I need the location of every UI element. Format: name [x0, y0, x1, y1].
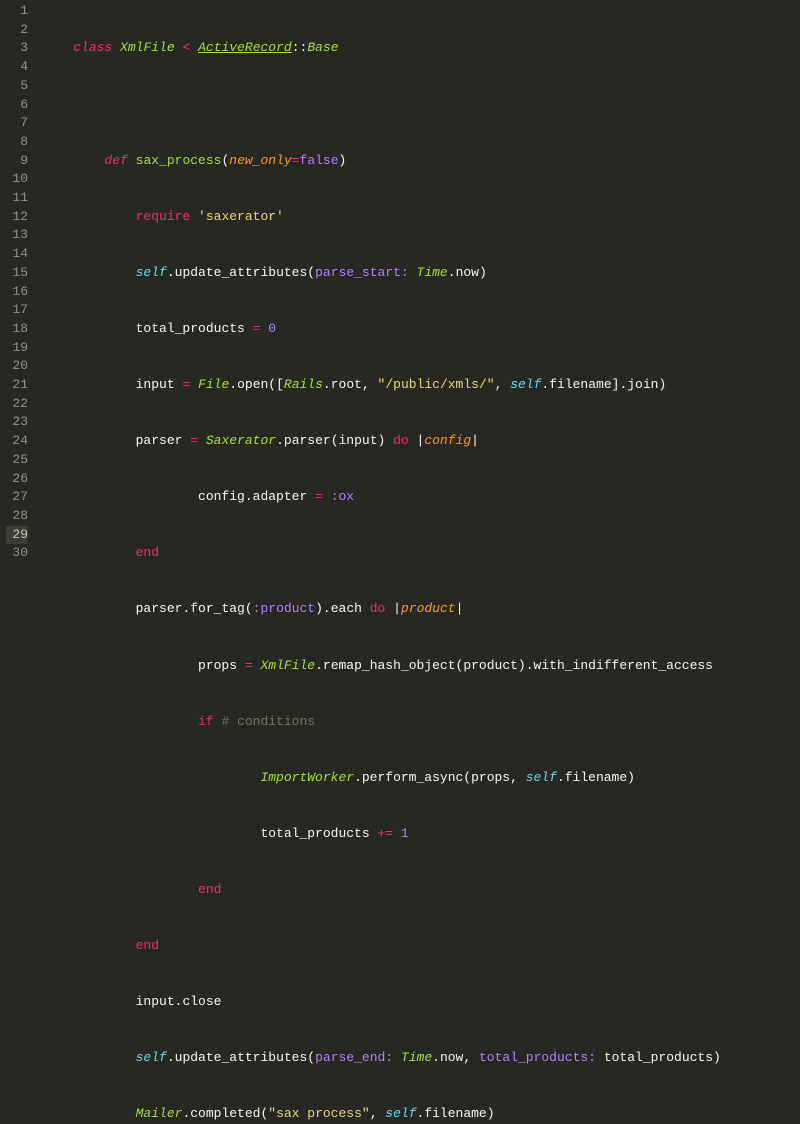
code-line[interactable]: config.adapter = :ox — [42, 488, 721, 507]
line-number: 9 — [6, 152, 28, 171]
line-number: 24 — [6, 432, 28, 451]
code-editor[interactable]: 1 2 3 4 5 6 7 8 9 10 11 12 13 14 15 16 1… — [0, 0, 800, 562]
line-number: 28 — [6, 507, 28, 526]
line-number: 2 — [6, 21, 28, 40]
line-number: 7 — [6, 114, 28, 133]
code-line[interactable]: end — [42, 544, 721, 563]
line-number: 20 — [6, 357, 28, 376]
code-line[interactable]: props = XmlFile.remap_hash_object(produc… — [42, 657, 721, 676]
code-line[interactable]: require 'saxerator' — [42, 208, 721, 227]
line-number-current: 29 — [6, 526, 28, 545]
line-number: 21 — [6, 376, 28, 395]
line-number: 15 — [6, 264, 28, 283]
line-number: 26 — [6, 470, 28, 489]
line-number-gutter: 1 2 3 4 5 6 7 8 9 10 11 12 13 14 15 16 1… — [0, 0, 36, 562]
line-number: 12 — [6, 208, 28, 227]
line-number: 3 — [6, 39, 28, 58]
line-number: 27 — [6, 488, 28, 507]
line-number: 6 — [6, 96, 28, 115]
line-number: 22 — [6, 395, 28, 414]
code-line[interactable] — [42, 96, 721, 115]
code-line[interactable]: if # conditions — [42, 713, 721, 732]
line-number: 17 — [6, 301, 28, 320]
line-number: 11 — [6, 189, 28, 208]
code-line[interactable]: total_products = 0 — [42, 320, 721, 339]
code-line[interactable]: def sax_process(new_only=false) — [42, 152, 721, 171]
line-number: 13 — [6, 226, 28, 245]
code-line[interactable]: end — [42, 937, 721, 956]
line-number: 18 — [6, 320, 28, 339]
line-number: 25 — [6, 451, 28, 470]
line-number: 16 — [6, 283, 28, 302]
code-line[interactable]: class XmlFile < ActiveRecord::Base — [42, 39, 721, 58]
code-line[interactable]: parser = Saxerator.parser(input) do |con… — [42, 432, 721, 451]
code-line[interactable]: end — [42, 881, 721, 900]
code-line[interactable]: ImportWorker.perform_async(props, self.f… — [42, 769, 721, 788]
line-number: 4 — [6, 58, 28, 77]
code-line[interactable]: input = File.open([Rails.root, "/public/… — [42, 376, 721, 395]
line-number: 1 — [6, 2, 28, 21]
code-line[interactable]: total_products += 1 — [42, 825, 721, 844]
code-line[interactable]: self.update_attributes(parse_end: Time.n… — [42, 1049, 721, 1068]
code-line[interactable]: parser.for_tag(:product).each do |produc… — [42, 600, 721, 619]
line-number: 23 — [6, 413, 28, 432]
line-number: 10 — [6, 170, 28, 189]
line-number: 30 — [6, 544, 28, 563]
line-number: 5 — [6, 77, 28, 96]
line-number: 19 — [6, 339, 28, 358]
code-line[interactable]: input.close — [42, 993, 721, 1012]
code-line[interactable]: self.update_attributes(parse_start: Time… — [42, 264, 721, 283]
line-number: 8 — [6, 133, 28, 152]
code-line[interactable]: Mailer.completed("sax process", self.fil… — [42, 1105, 721, 1124]
line-number: 14 — [6, 245, 28, 264]
code-area[interactable]: class XmlFile < ActiveRecord::Base def s… — [36, 0, 721, 562]
